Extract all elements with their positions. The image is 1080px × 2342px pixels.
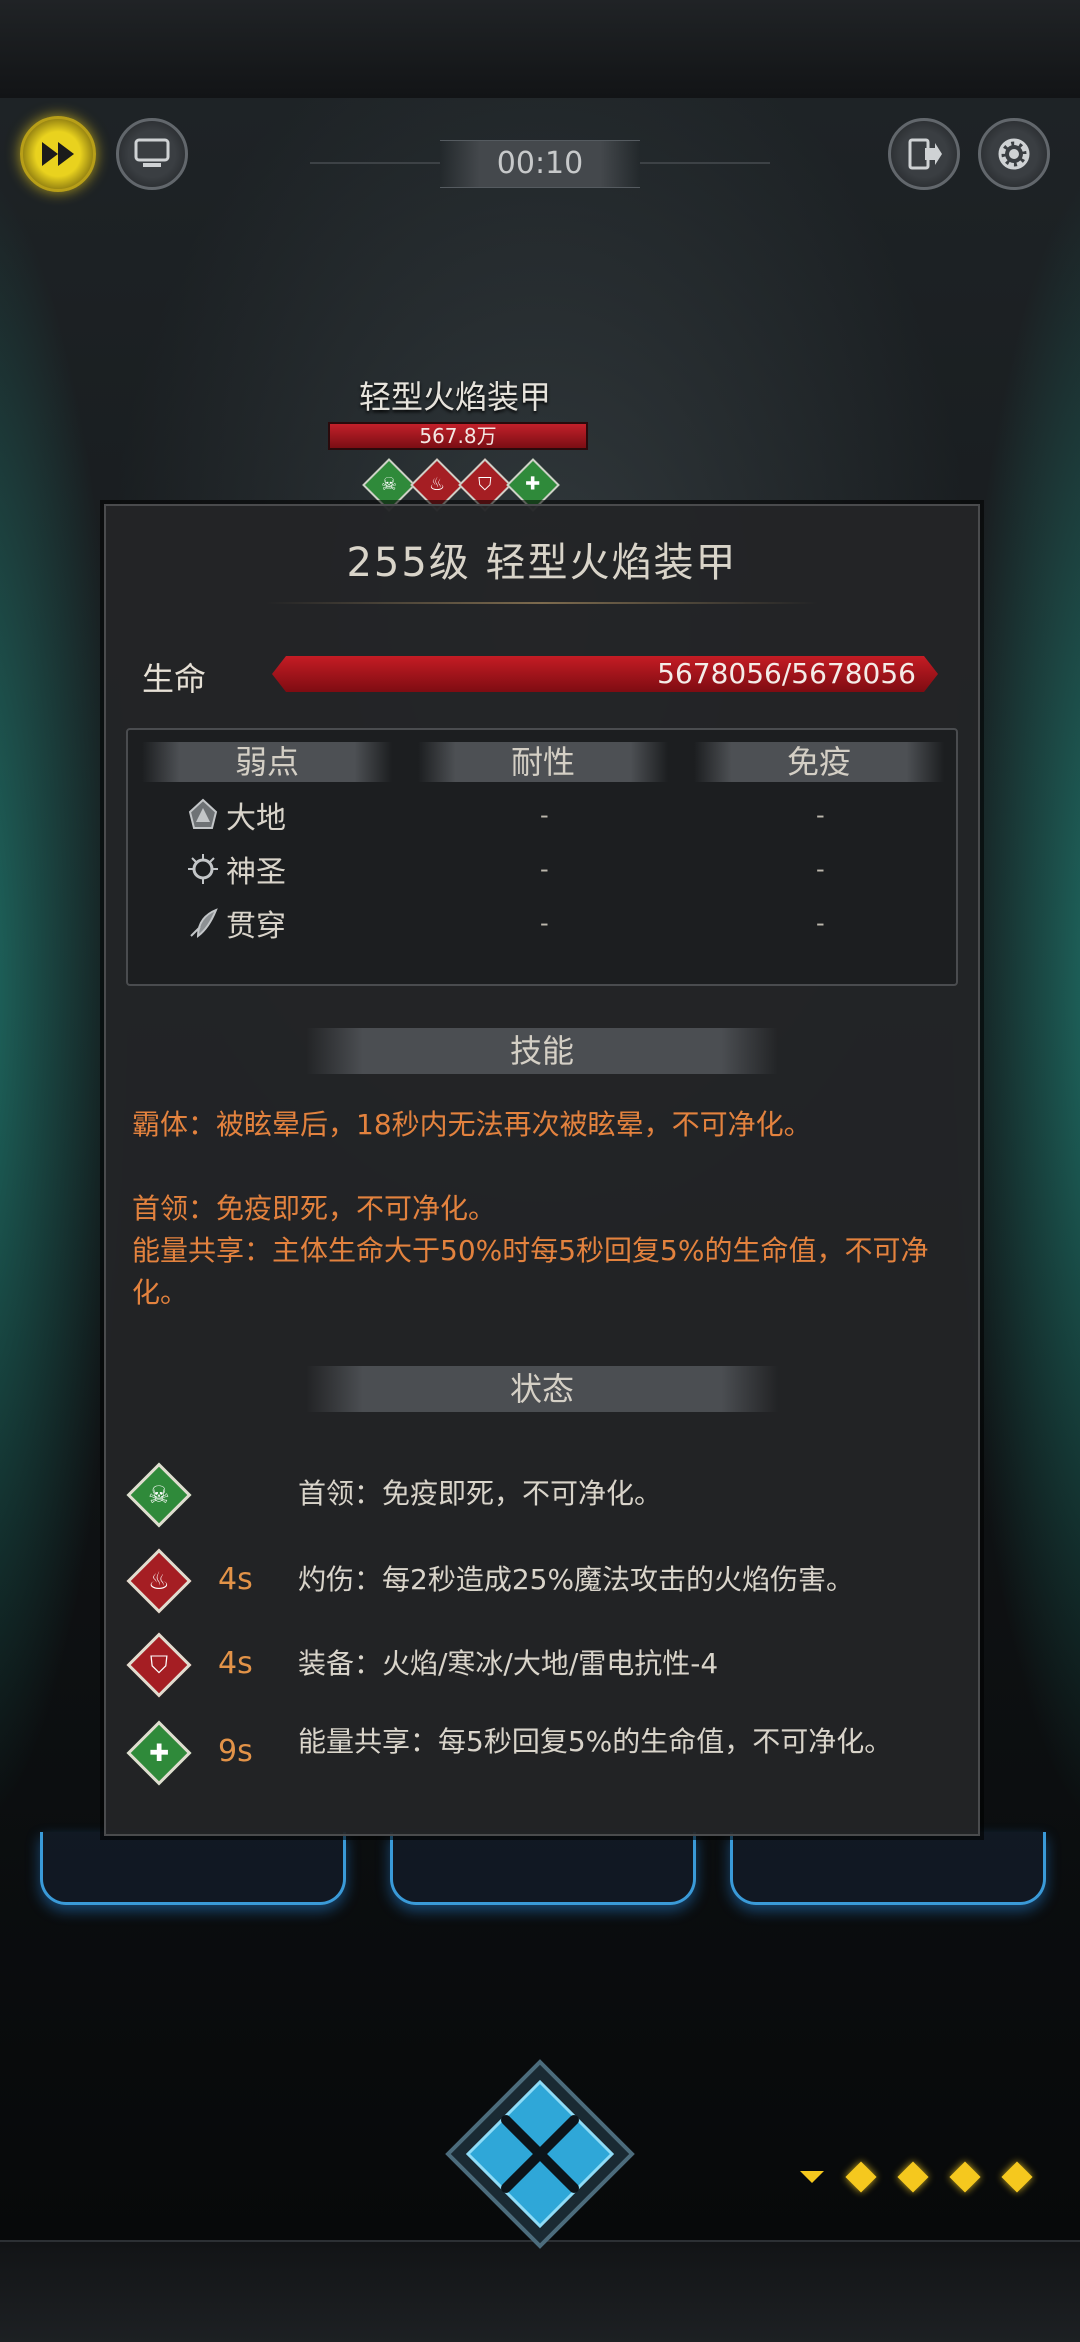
- wave-indicator: [800, 2161, 1033, 2193]
- status-text: 首领：免疫即死，不可净化。: [298, 1477, 663, 1510]
- settings-button[interactable]: [978, 118, 1050, 190]
- auto-battle-button[interactable]: [116, 118, 188, 190]
- timer-line-right: [640, 162, 770, 164]
- immunity-value: -: [816, 801, 825, 829]
- pierce-icon: [190, 908, 218, 939]
- gear-icon: [998, 138, 1030, 170]
- resistance-table: 弱点 耐性 免疫 大地 - - 神圣 - - 贯穿 - -: [126, 728, 958, 986]
- top-border: [0, 0, 1080, 100]
- fast-forward-button[interactable]: [20, 116, 96, 192]
- holy-icon: [188, 854, 218, 884]
- resistance-value: -: [540, 801, 549, 829]
- timer-line-left: [310, 162, 440, 164]
- immunity-value: -: [816, 909, 825, 937]
- resistance-row: 大地 - -: [128, 790, 956, 840]
- status-duration: 4s: [218, 1646, 253, 1681]
- skill-text: 首领：免疫即死，不可净化。: [132, 1192, 497, 1225]
- hero-card-slot[interactable]: [390, 1832, 696, 1905]
- immunity-value: -: [816, 855, 825, 883]
- fast-forward-icon: [42, 142, 74, 166]
- current-wave-marker: [800, 2171, 824, 2183]
- hp-label: 生命: [142, 660, 207, 698]
- boss-hp-short: 567.8万: [419, 424, 497, 448]
- status-duration: 4s: [218, 1562, 253, 1597]
- exit-button[interactable]: [888, 118, 960, 190]
- skills-header: 技能: [306, 1028, 778, 1074]
- header-weakness: 弱点: [142, 742, 392, 782]
- status-text: 装备：火焰/寒冰/大地/雷电抗性-4: [298, 1647, 719, 1680]
- monitor-icon: [134, 138, 170, 167]
- title-divider: [266, 602, 818, 604]
- shield-icon: ⛉: [126, 1632, 192, 1698]
- close-battle-info-button[interactable]: [440, 2054, 640, 2254]
- wave-dot: [845, 2161, 877, 2193]
- wave-dot: [1001, 2161, 1033, 2193]
- skull-icon: ☠: [126, 1462, 192, 1528]
- header-resistance: 耐性: [418, 742, 668, 782]
- wave-dot: [949, 2161, 981, 2193]
- bottom-border: [0, 2240, 1080, 2342]
- hero-card-slot[interactable]: [40, 1832, 346, 1905]
- status-duration: 9s: [218, 1734, 253, 1769]
- skill-text: 能量共享：主体生命大于50%时每5秒回复5%的生命值，不可净化。: [132, 1234, 929, 1309]
- heal-plus-icon: ✚: [126, 1720, 192, 1786]
- skill-text: 霸体：被眩晕后，18秒内无法再次被眩晕，不可净化。: [132, 1108, 812, 1141]
- resistance-value: -: [540, 909, 549, 937]
- resistance-value: -: [540, 855, 549, 883]
- panel-title: 255级 轻型火焰装甲: [346, 540, 738, 586]
- weakness-name: 大地: [226, 801, 286, 836]
- status-header: 状态: [306, 1366, 778, 1412]
- hp-bar: 5678056/5678056: [272, 656, 938, 692]
- resistance-row: 神圣 - -: [128, 844, 956, 894]
- enemy-info-panel: 255级 轻型火焰装甲 生命 5678056/5678056 弱点 耐性 免疫 …: [104, 504, 980, 1836]
- weakness-name: 贯穿: [226, 909, 286, 944]
- status-text: 能量共享：每5秒回复5%的生命值，不可净化。: [298, 1725, 893, 1758]
- boss-hp-bar: 567.8万: [328, 422, 588, 450]
- hp-value: 5678056/5678056: [657, 657, 916, 690]
- status-text: 灼伤：每2秒造成25%魔法攻击的火焰伤害。: [298, 1563, 855, 1596]
- wave-dot: [897, 2161, 929, 2193]
- earth-icon: [188, 798, 218, 829]
- header-immunity: 免疫: [694, 742, 944, 782]
- flame-icon: ♨: [126, 1548, 192, 1614]
- boss-nameplate[interactable]: 轻型火焰装甲: [0, 372, 910, 418]
- hero-card-slot[interactable]: [730, 1832, 1046, 1905]
- boss-buff-icons: ☠ ♨ ⛉ ✚: [362, 458, 560, 512]
- weakness-name: 神圣: [226, 855, 286, 890]
- resistance-row: 贯穿 - -: [128, 898, 956, 948]
- exit-icon: [908, 138, 942, 170]
- battle-timer: 00:10: [440, 140, 640, 188]
